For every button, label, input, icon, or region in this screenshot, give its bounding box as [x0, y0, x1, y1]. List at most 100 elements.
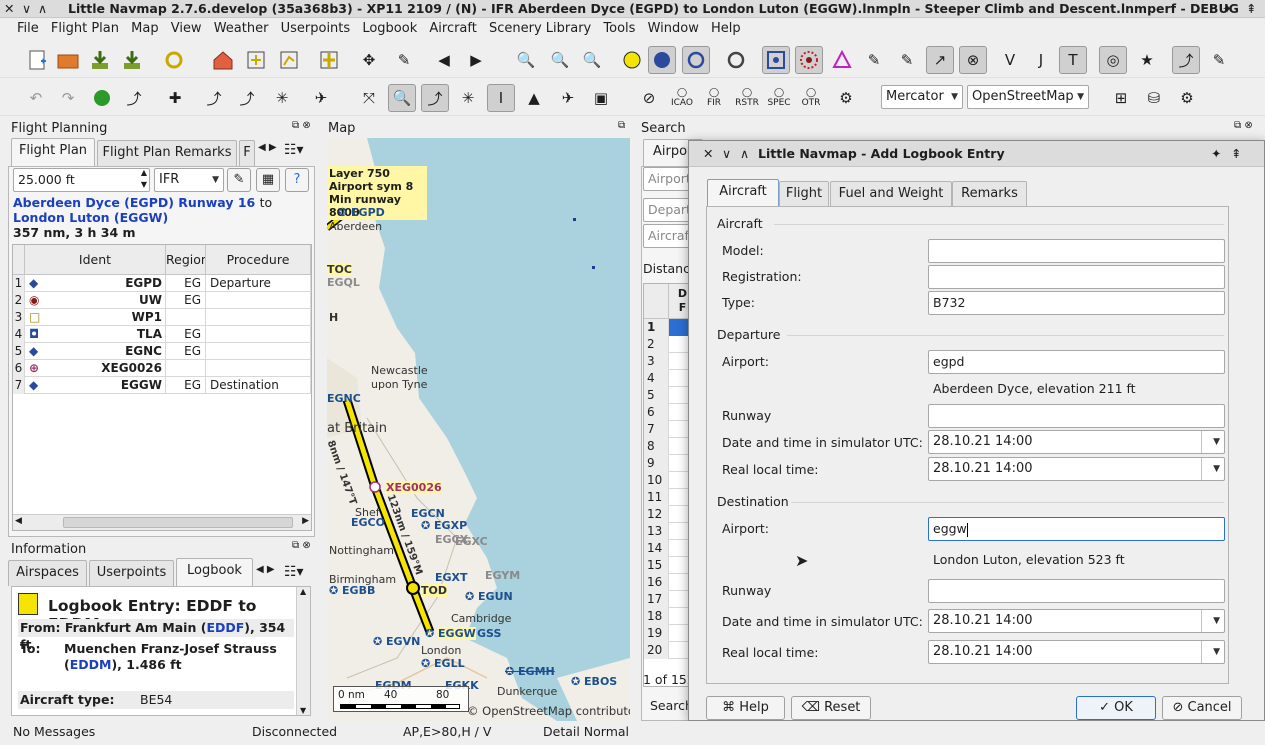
- show-ils-icon[interactable]: [762, 46, 790, 74]
- airspace-icon[interactable]: ⊘: [635, 84, 663, 112]
- ok-button[interactable]: ✓ OK: [1076, 696, 1156, 720]
- tab-logbook[interactable]: Logbook: [176, 558, 253, 586]
- search-bottom-tab[interactable]: Search: [650, 698, 693, 713]
- airport-egxt[interactable]: EGXT: [435, 571, 468, 584]
- show-compass-icon[interactable]: ⊗: [959, 46, 987, 74]
- zoom-out-icon[interactable]: 🔍: [546, 46, 574, 74]
- table-row[interactable]: 4 ◘ TLA EG: [13, 326, 311, 343]
- airspace-restricted-button[interactable]: ◯ RSTR: [733, 84, 761, 112]
- column-procedure[interactable]: Procedure: [206, 245, 311, 275]
- save-as-icon[interactable]: [118, 46, 146, 74]
- menu-map[interactable]: Map: [127, 18, 162, 40]
- show-userpoint-icon[interactable]: [828, 46, 856, 74]
- waypoint-xeg0026[interactable]: XEG0026: [386, 481, 442, 494]
- airport-egmh[interactable]: ✪ EGMH: [505, 665, 555, 678]
- model-field[interactable]: [928, 239, 1225, 263]
- show-measure-icon[interactable]: ✎: [1205, 46, 1233, 74]
- chevron-down-icon[interactable]: ▼: [1213, 641, 1220, 663]
- close-icon[interactable]: ✕: [4, 0, 14, 17]
- map-details-icon[interactable]: ⊞: [1107, 84, 1135, 112]
- airport-egql[interactable]: EGQL: [327, 276, 360, 289]
- show-jet-airways-icon[interactable]: J: [1027, 46, 1055, 74]
- type-field[interactable]: B732: [928, 291, 1225, 315]
- destination-runway-field[interactable]: [928, 579, 1225, 603]
- tab-scroll-arrows[interactable]: ◀ ▶: [258, 142, 277, 153]
- open-folder-icon[interactable]: [54, 46, 82, 74]
- save-icon[interactable]: [86, 46, 114, 74]
- theme-select[interactable]: OpenStreetMap ▼: [967, 85, 1089, 109]
- table-row[interactable]: 7 ◆ EGGW EG Destination: [13, 377, 311, 394]
- show-victor-airways-icon[interactable]: V: [996, 46, 1024, 74]
- map-canvas[interactable]: Layer 750 Airport sym 8 Min runway 8000 ✪ …: [327, 138, 630, 721]
- airspace-special-button[interactable]: ◯ SPEC: [765, 84, 793, 112]
- center-aircraft-icon[interactable]: [315, 46, 343, 74]
- panel-float-icon[interactable]: ⧉: [618, 120, 625, 131]
- tab-flight-plan-remarks[interactable]: Flight Plan Remarks: [97, 140, 237, 166]
- airport-egxc[interactable]: EGXC: [455, 535, 488, 548]
- destination-sim-time-field[interactable]: 28.10.21 14:00 ▼: [928, 609, 1225, 633]
- table-row[interactable]: 3 □ WP1: [13, 309, 311, 326]
- menu-aircraft[interactable]: Aircraft: [425, 18, 480, 40]
- aircraft-center-icon[interactable]: ✈: [307, 84, 335, 112]
- edit-route-icon[interactable]: ⤴: [120, 84, 148, 112]
- menu-help[interactable]: Help: [707, 18, 745, 40]
- airport-egpd[interactable]: ✪ EGPD: [338, 206, 385, 219]
- menu-userpoints[interactable]: Userpoints: [277, 18, 355, 40]
- edit-icon[interactable]: ✎: [227, 168, 251, 192]
- menu-file[interactable]: File: [13, 18, 43, 40]
- departure-runway-field[interactable]: [928, 404, 1225, 428]
- settings-gear-icon[interactable]: ⚙: [1173, 84, 1201, 112]
- show-marker-icon[interactable]: ✎: [860, 46, 888, 74]
- text-icon[interactable]: I: [487, 84, 515, 112]
- tab-fuel-and-weight[interactable]: Fuel and Weight: [830, 181, 952, 207]
- airport-egco[interactable]: EGCO: [351, 516, 385, 529]
- menu-weather[interactable]: Weather: [210, 18, 273, 40]
- panel-float-icon[interactable]: ⧉ ⊗: [292, 540, 311, 551]
- tab-menu-icon[interactable]: ☷▾: [284, 564, 304, 580]
- reload-icon[interactable]: [160, 46, 188, 74]
- profile-icon[interactable]: ⤴: [421, 84, 449, 112]
- restore-icon[interactable]: ⇞: [1231, 141, 1241, 166]
- window-icon[interactable]: ▣: [587, 84, 615, 112]
- fit-window-icon[interactable]: ⤧: [355, 84, 383, 112]
- maximize-icon[interactable]: ∧: [740, 141, 749, 166]
- chevron-down-icon[interactable]: ▼: [1213, 458, 1220, 480]
- tab-airspaces[interactable]: Airspaces: [8, 560, 87, 586]
- show-track-icon[interactable]: T: [1059, 46, 1087, 74]
- restore-icon[interactable]: ⇞: [1246, 0, 1256, 17]
- show-jet-icon[interactable]: ✎: [893, 46, 921, 74]
- airspace-other-button[interactable]: ◯ OTR: [797, 84, 825, 112]
- horizontal-scrollbar[interactable]: ◀ ▶: [13, 514, 311, 530]
- departure-airport-field[interactable]: egpd: [928, 350, 1225, 374]
- table-row[interactable]: 5 ◆ EGNC EG: [13, 343, 311, 360]
- tab-userpoints[interactable]: Userpoints: [89, 560, 174, 586]
- map-search-icon[interactable]: 🔍: [388, 84, 416, 112]
- zoom-fit-icon[interactable]: 🔍: [578, 46, 606, 74]
- menu-flight-plan[interactable]: Flight Plan: [47, 18, 123, 40]
- show-waypoint-icon[interactable]: [682, 46, 710, 74]
- altitude-spinbox[interactable]: 25.000 ft ▲ ▼: [13, 168, 150, 192]
- show-airway-icon[interactable]: [722, 46, 750, 74]
- panel-float-icon[interactable]: ⧉ ⊗: [292, 120, 311, 131]
- help-icon[interactable]: ?: [285, 168, 309, 192]
- airport-egun[interactable]: ✪ EGUN: [465, 590, 513, 603]
- airport-egbb[interactable]: ✪ EGBB: [329, 584, 375, 597]
- departure-local-time-field[interactable]: 28.10.21 14:00 ▼: [928, 457, 1225, 481]
- projection-select[interactable]: Mercator ▼: [881, 85, 963, 109]
- minimize-icon[interactable]: ∨: [722, 141, 731, 166]
- center-route-icon[interactable]: [275, 46, 303, 74]
- cancel-button[interactable]: ⊘ Cancel: [1162, 696, 1242, 720]
- elevation-icon[interactable]: ▲: [520, 84, 548, 112]
- adjust-altitude-icon[interactable]: ✳: [268, 84, 296, 112]
- registration-field[interactable]: [928, 265, 1225, 289]
- add-waypoint-icon[interactable]: ✚: [161, 84, 189, 112]
- show-route-icon[interactable]: ↗: [926, 46, 954, 74]
- show-ndb-icon[interactable]: [648, 46, 676, 74]
- table-row[interactable]: 1 ◆ EGPD EG Departure: [13, 275, 311, 292]
- close-icon[interactable]: ✕: [703, 141, 713, 166]
- airport-egvn[interactable]: ✪ EGVN: [373, 635, 420, 648]
- show-target-icon[interactable]: ◎: [1099, 46, 1127, 74]
- menu-window[interactable]: Window: [644, 18, 703, 40]
- airport-egym[interactable]: EGYM: [485, 569, 520, 582]
- tab-remarks[interactable]: Remarks: [952, 181, 1027, 207]
